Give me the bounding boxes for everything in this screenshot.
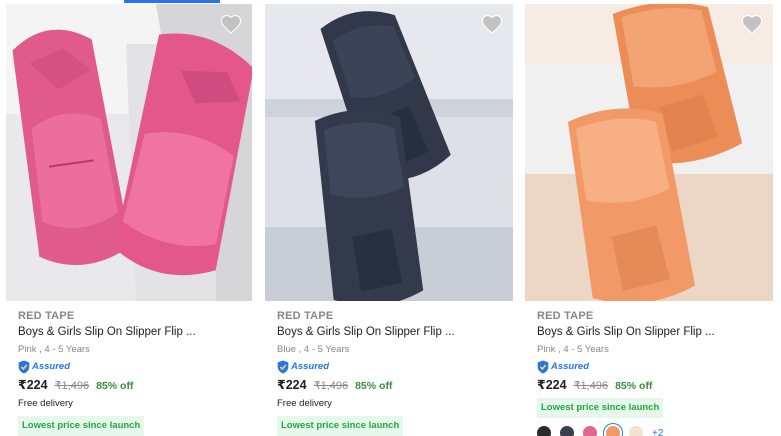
wishlist-heart-icon[interactable] [481,14,503,34]
shield-check-icon [277,360,289,373]
product-brand: RED TAPE [277,310,334,322]
delivery-info: Free delivery [277,398,332,409]
product-title[interactable]: Boys & Girls Slip On Slipper Flip ... [277,325,509,340]
selling-price: ₹224 [277,378,307,392]
product-grid: RED TAPE Boys & Girls Slip On Slipper Fl… [0,0,781,436]
lowest-price-badge: Lowest price since launch [18,416,145,436]
original-price: ₹1,496 [573,380,609,392]
original-price: ₹1,496 [313,380,349,392]
discount-percent: 85% off [96,380,134,392]
product-image[interactable] [265,4,513,301]
discount-percent: 85% off [355,380,393,392]
product-variant: Blue , 4 - 5 Years [277,344,350,355]
assured-badge: Assured [537,359,769,374]
product-brand: RED TAPE [537,310,594,322]
assured-label: Assured [551,361,590,372]
color-swatch[interactable] [583,426,597,436]
wishlist-heart-icon[interactable] [220,14,242,34]
product-image[interactable] [6,4,252,301]
assured-label: Assured [32,361,71,372]
product-title[interactable]: Boys & Girls Slip On Slipper Flip ... [18,325,248,340]
original-price: ₹1,496 [54,380,90,392]
assured-badge: Assured [277,359,509,374]
more-colors-link[interactable]: +2 [652,428,663,436]
product-image[interactable] [525,4,773,301]
lowest-price-badge: Lowest price since launch [537,398,664,418]
discount-percent: 85% off [615,380,653,392]
shield-check-icon [18,360,30,373]
color-swatch[interactable] [629,426,643,436]
color-swatch-selected[interactable] [606,426,620,436]
price-row: ₹224 ₹1,496 85% off [18,377,248,394]
selling-price: ₹224 [18,378,48,392]
product-variant: Pink , 4 - 5 Years [537,344,609,355]
assured-label: Assured [291,361,330,372]
product-variant: Pink , 4 - 5 Years [18,344,90,355]
product-brand: RED TAPE [18,310,75,322]
wishlist-heart-icon[interactable] [741,14,763,34]
color-swatch[interactable] [537,426,551,436]
assured-badge: Assured [18,359,248,374]
product-card[interactable]: RED TAPE Boys & Girls Slip On Slipper Fl… [525,0,773,436]
shield-check-icon [537,360,549,373]
price-row: ₹224 ₹1,496 85% off [277,377,509,394]
selling-price: ₹224 [537,378,567,392]
product-card[interactable]: RED TAPE Boys & Girls Slip On Slipper Fl… [6,0,252,436]
price-row: ₹224 ₹1,496 85% off [537,377,769,394]
lowest-price-badge: Lowest price since launch [277,416,404,436]
product-card[interactable]: RED TAPE Boys & Girls Slip On Slipper Fl… [265,0,513,436]
delivery-info: Free delivery [18,398,73,409]
color-swatch[interactable] [560,426,574,436]
product-title[interactable]: Boys & Girls Slip On Slipper Flip ... [537,325,769,340]
color-swatches: +2 [537,425,769,436]
